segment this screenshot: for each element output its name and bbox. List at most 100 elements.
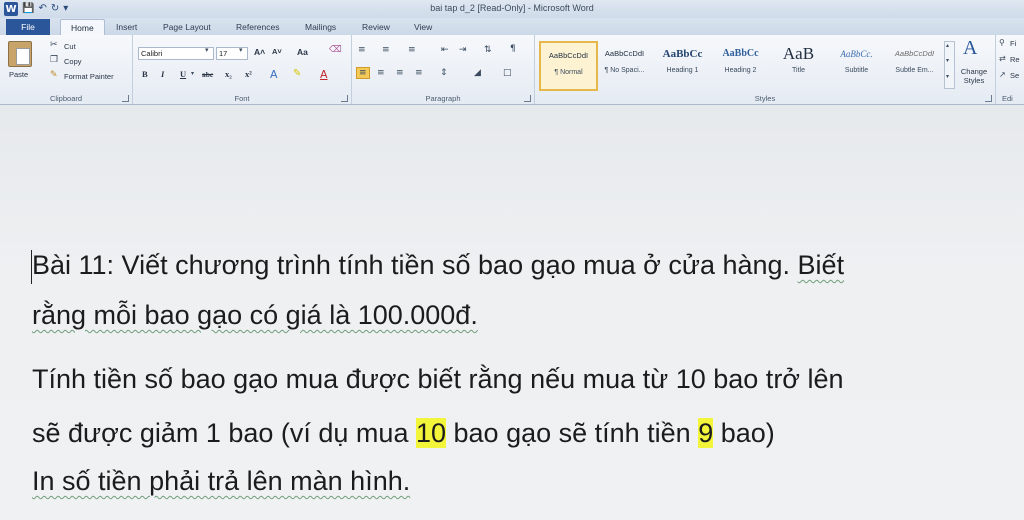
find-icon[interactable]: ⚲ bbox=[999, 38, 1005, 47]
style-name: Subtle Em... bbox=[895, 67, 934, 74]
numbering-icon[interactable]: ≡ bbox=[382, 45, 390, 55]
doc-line-1[interactable]: Bài 11: Viết chương trình tính tiền số b… bbox=[32, 250, 844, 281]
cut-icon[interactable]: ✂ bbox=[50, 40, 58, 50]
text-effects-icon[interactable]: A bbox=[270, 68, 278, 81]
clipboard-group: Paste ✂ Cut ❐ Copy ✎ Format Painter Clip… bbox=[0, 35, 133, 104]
clipboard-launcher-icon[interactable] bbox=[122, 95, 129, 102]
ribbon: Paste ✂ Cut ❐ Copy ✎ Format Painter Clip… bbox=[0, 35, 1024, 105]
styles-launcher-icon[interactable] bbox=[985, 95, 992, 102]
justify-icon[interactable]: ≡ bbox=[415, 68, 423, 78]
style-sample: AaBbCcDdI bbox=[548, 51, 589, 60]
style-subtle-emphasis[interactable]: AaBbCcDdI Subtle Em... bbox=[887, 41, 942, 87]
superscript-button[interactable]: x² bbox=[245, 69, 252, 79]
doc-text: sẽ được giảm 1 bao (ví dụ mua bbox=[32, 418, 416, 448]
copy-icon[interactable]: ❐ bbox=[50, 55, 58, 65]
font-size-select[interactable]: 17 bbox=[216, 47, 248, 60]
sort-icon[interactable]: ⇅ bbox=[484, 45, 492, 55]
style-subtitle[interactable]: AaBbCc. Subtitle bbox=[829, 41, 884, 87]
font-group: Calibri ▾ 17 ▾ A˄ A˅ Aa ⌫ B I U ▾ abc x₂… bbox=[133, 35, 352, 104]
copy-button[interactable]: Copy bbox=[64, 57, 82, 66]
bullets-icon[interactable]: ≡ bbox=[358, 45, 366, 55]
tab-mailings[interactable]: Mailings bbox=[305, 20, 336, 35]
format-painter-button[interactable]: Format Painter bbox=[64, 72, 114, 81]
style-normal[interactable]: AaBbCcDdI ¶ Normal bbox=[539, 41, 598, 91]
style-name: Heading 1 bbox=[666, 67, 699, 74]
shrink-font-button[interactable]: A˅ bbox=[272, 47, 282, 56]
style-title[interactable]: AaB Title bbox=[771, 41, 826, 87]
doc-text-spellcheck: In số tiền phải trả lên màn hình. bbox=[32, 466, 411, 496]
doc-text: bao) bbox=[713, 418, 775, 448]
decrease-indent-icon[interactable]: ⇤ bbox=[441, 45, 449, 55]
font-name-chevron-down-icon[interactable]: ▾ bbox=[205, 46, 209, 54]
style-name: Subtitle bbox=[844, 67, 869, 74]
tab-file[interactable]: File bbox=[6, 19, 50, 35]
doc-text-spellcheck: Biết bbox=[797, 250, 845, 280]
select-button[interactable]: Se bbox=[1010, 71, 1019, 80]
style-name: Title bbox=[792, 67, 805, 74]
doc-line-2[interactable]: rằng mỗi bao gạo có giá là 100.000đ. bbox=[32, 300, 478, 331]
format-painter-icon[interactable]: ✎ bbox=[50, 70, 58, 80]
tab-references[interactable]: References bbox=[236, 20, 279, 35]
paste-button[interactable]: Paste bbox=[9, 70, 28, 79]
borders-icon[interactable]: □ bbox=[503, 68, 512, 78]
style-name: Heading 2 bbox=[724, 67, 757, 74]
paragraph-launcher-icon[interactable] bbox=[524, 95, 531, 102]
italic-button[interactable]: I bbox=[161, 69, 164, 79]
chevron-up-icon[interactable]: ▴ bbox=[946, 42, 949, 49]
highlight-color-icon[interactable]: ✎ bbox=[293, 68, 301, 79]
tab-view[interactable]: View bbox=[414, 20, 432, 35]
doc-text-spellcheck: rằng mỗi bao gạo có giá là 100.000đ. bbox=[32, 300, 478, 330]
cut-button[interactable]: Cut bbox=[64, 42, 76, 51]
style-sample: AaBbCc. bbox=[840, 49, 873, 59]
doc-line-3[interactable]: Tính tiền số bao gạo mua được biết rằng … bbox=[32, 364, 844, 395]
paragraph-group-label: Paragraph bbox=[425, 94, 461, 103]
style-sample: AaBbCc bbox=[662, 48, 703, 60]
font-size-chevron-down-icon[interactable]: ▾ bbox=[239, 46, 243, 54]
subscript-button[interactable]: x₂ bbox=[225, 69, 232, 79]
increase-indent-icon[interactable]: ⇥ bbox=[459, 45, 467, 55]
doc-text: bao gạo sẽ tính tiền bbox=[446, 418, 699, 448]
bold-button[interactable]: B bbox=[142, 69, 148, 79]
shading-icon[interactable]: ◢ bbox=[474, 68, 481, 78]
tab-insert[interactable]: Insert bbox=[116, 20, 137, 35]
change-case-button[interactable]: Aa bbox=[297, 47, 308, 57]
style-sample: AaB bbox=[782, 44, 815, 63]
more-styles-icon[interactable]: ▾ bbox=[946, 73, 949, 80]
font-name-select[interactable]: Calibri bbox=[138, 47, 214, 60]
paragraph-group: ≡ ≡ ≡ ⇤ ⇥ ⇅ ¶ ≡ ≡ ≡ ≡ ⇕ ◢ □ Paragraph bbox=[352, 35, 535, 104]
underline-button[interactable]: U bbox=[180, 69, 186, 79]
replace-button[interactable]: Re bbox=[1010, 55, 1020, 64]
style-heading-2[interactable]: AaBbCc Heading 2 bbox=[713, 41, 768, 87]
find-button[interactable]: Fi bbox=[1010, 39, 1016, 48]
font-color-icon[interactable]: A bbox=[320, 68, 328, 81]
change-styles-button[interactable]: Change Styles bbox=[957, 67, 991, 85]
tab-page-layout[interactable]: Page Layout bbox=[163, 20, 211, 35]
tab-review[interactable]: Review bbox=[362, 20, 390, 35]
font-group-label: Font bbox=[234, 94, 250, 103]
style-heading-1[interactable]: AaBbCc Heading 1 bbox=[655, 41, 710, 87]
strikethrough-button[interactable]: abc bbox=[202, 70, 213, 79]
underline-chevron-down-icon[interactable]: ▾ bbox=[191, 70, 194, 77]
align-left-icon[interactable]: ≡ bbox=[356, 67, 370, 79]
replace-icon[interactable]: ⇄ bbox=[999, 54, 1006, 63]
font-launcher-icon[interactable] bbox=[341, 95, 348, 102]
doc-text: Tính tiền số bao gạo mua được biết rằng … bbox=[32, 364, 844, 394]
multilevel-list-icon[interactable]: ≡ bbox=[408, 45, 416, 55]
align-right-icon[interactable]: ≡ bbox=[396, 68, 404, 78]
window-title: bai tap d_2 [Read-Only] - Microsoft Word bbox=[430, 3, 594, 13]
change-styles-icon[interactable]: A bbox=[963, 37, 977, 60]
style-sample: AaBbCc bbox=[722, 48, 759, 59]
doc-line-5[interactable]: In số tiền phải trả lên màn hình. bbox=[32, 466, 410, 497]
grow-font-button[interactable]: A˄ bbox=[254, 47, 265, 57]
select-icon[interactable]: ↗ bbox=[999, 70, 1006, 79]
chevron-down-icon[interactable]: ▾ bbox=[946, 57, 949, 64]
clear-formatting-icon[interactable]: ⌫ bbox=[329, 45, 342, 55]
line-spacing-icon[interactable]: ⇕ bbox=[440, 68, 448, 78]
doc-line-4[interactable]: sẽ được giảm 1 bao (ví dụ mua 10 bao gạo… bbox=[32, 418, 775, 449]
style-no-spacing[interactable]: AaBbCcDdI ¶ No Spaci... bbox=[597, 41, 652, 87]
show-formatting-icon[interactable]: ¶ bbox=[510, 44, 516, 54]
tab-home[interactable]: Home bbox=[60, 19, 105, 36]
align-center-icon[interactable]: ≡ bbox=[377, 68, 385, 78]
paste-icon[interactable] bbox=[8, 41, 32, 67]
styles-gallery-scroll[interactable]: ▴ ▾ ▾ bbox=[944, 41, 955, 89]
